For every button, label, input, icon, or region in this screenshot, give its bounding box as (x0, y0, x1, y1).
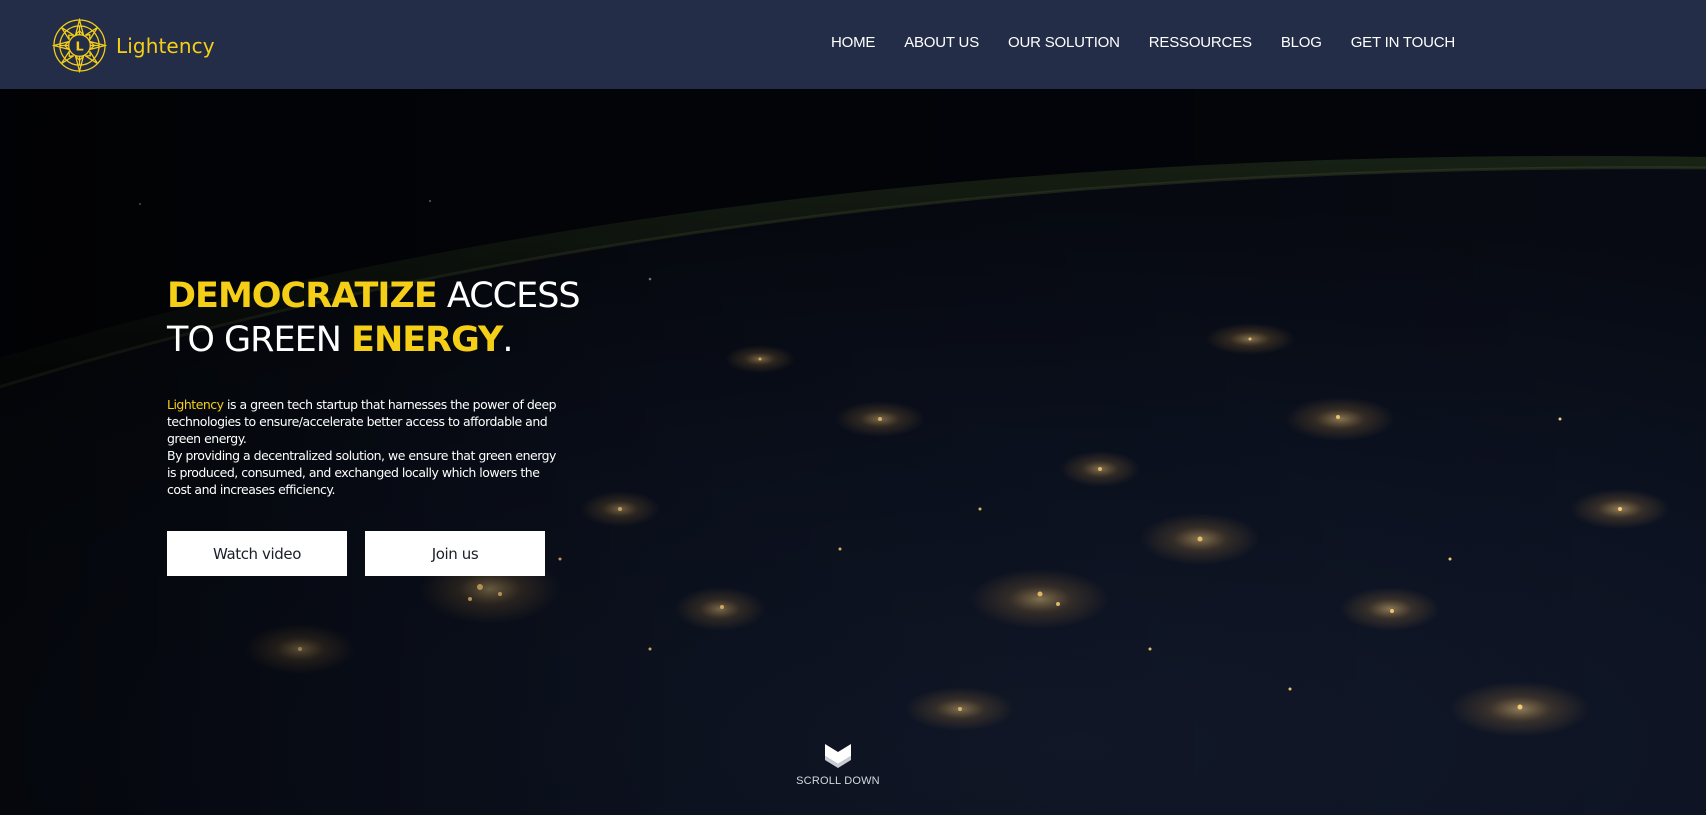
nav-our-solution[interactable]: OUR SOLUTION (1008, 34, 1120, 51)
headline-access: ACCESS (436, 276, 581, 316)
headline-period: . (502, 320, 513, 360)
headline-to-green: TO GREEN (167, 320, 352, 360)
watch-video-button[interactable]: Watch video (167, 531, 347, 576)
nav-get-in-touch[interactable]: GET IN TOUCH (1351, 34, 1455, 51)
nav-home[interactable]: HOME (831, 34, 875, 51)
hero-description: Lightency is a green tech startup that h… (167, 396, 557, 498)
description-paragraph-1: Lightency is a green tech startup that h… (167, 396, 557, 447)
cta-row: Watch video Join us (167, 531, 587, 576)
hero-content: DEMOCRATIZE ACCESS TO GREEN ENERGY. Ligh… (167, 274, 587, 576)
chevron-down-icon (825, 744, 851, 768)
headline-energy: ENERGY (351, 320, 503, 360)
nav-about-us[interactable]: ABOUT US (904, 34, 979, 51)
top-navbar: L Lightency HOME ABOUT US OUR SOLUTION R… (0, 0, 1706, 89)
description-brand: Lightency (167, 397, 224, 412)
hero-section: DEMOCRATIZE ACCESS TO GREEN ENERGY. Ligh… (0, 89, 1706, 815)
nav-ressources[interactable]: RESSOURCES (1149, 34, 1252, 51)
brand-name: Lightency (116, 33, 215, 58)
join-us-button[interactable]: Join us (365, 531, 545, 576)
scroll-down-label: SCROLL DOWN (796, 775, 880, 787)
description-text-1: is a green tech startup that harnesses t… (167, 397, 557, 446)
nav-blog[interactable]: BLOG (1281, 34, 1322, 51)
sun-logo-icon: L (52, 18, 107, 73)
logo-letter: L (75, 39, 83, 54)
main-nav: HOME ABOUT US OUR SOLUTION RESSOURCES BL… (831, 34, 1455, 51)
headline-democratize: DEMOCRATIZE (167, 276, 438, 316)
description-paragraph-2: By providing a decentralized solution, w… (167, 448, 556, 497)
brand-link[interactable]: L Lightency (52, 18, 215, 73)
hero-headline: DEMOCRATIZE ACCESS TO GREEN ENERGY. (167, 274, 587, 362)
scroll-down[interactable]: SCROLL DOWN (788, 744, 888, 787)
